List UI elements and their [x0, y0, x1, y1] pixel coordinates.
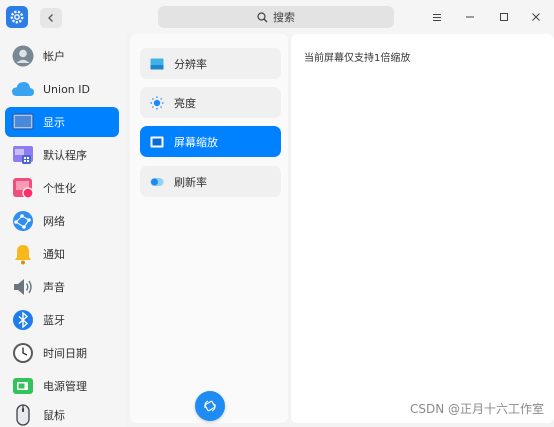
back-button[interactable]	[40, 8, 62, 28]
search-input[interactable]: 搜索	[158, 6, 394, 28]
cloud-icon	[11, 77, 35, 101]
sidebar-item-power[interactable]: 电源管理	[5, 371, 119, 401]
content-panel: 当前屏幕仅支持1倍缩放 CSDN @正月十六工作室	[291, 34, 554, 423]
sidebar-item-datetime[interactable]: 时间日期	[5, 338, 119, 368]
default-apps-icon	[11, 143, 35, 167]
sidebar-item-sound[interactable]: 声音	[5, 272, 119, 302]
sidebar: 帐户 Union ID 显示 默认程序 个性化 网络 通知 声音 蓝牙 时间日期…	[0, 34, 126, 427]
network-icon	[11, 209, 35, 233]
menu-item-resolution[interactable]: 分辨率	[140, 48, 281, 79]
brightness-icon	[150, 96, 164, 110]
minimize-icon	[466, 16, 474, 18]
minimize-button[interactable]	[463, 10, 477, 24]
battery-icon	[11, 374, 35, 398]
sidebar-item-account[interactable]: 帐户	[5, 41, 119, 71]
chevron-left-icon	[48, 14, 53, 22]
bluetooth-icon	[11, 308, 35, 332]
menu-button[interactable]	[430, 10, 444, 24]
scale-icon	[150, 135, 164, 149]
menu-item-screen-scale[interactable]: 屏幕缩放	[140, 126, 281, 157]
sidebar-item-notification[interactable]: 通知	[5, 239, 119, 269]
sidebar-item-network[interactable]: 网络	[5, 206, 119, 236]
sidebar-item-mouse[interactable]: 鼠标	[5, 400, 119, 427]
clock-icon	[11, 341, 35, 365]
watermark: CSDN @正月十六工作室	[409, 402, 544, 416]
scale-info-text: 当前屏幕仅支持1倍缩放	[304, 53, 411, 64]
sidebar-item-default-apps[interactable]: 默认程序	[5, 140, 119, 170]
maximize-button[interactable]	[497, 10, 511, 24]
menu-item-brightness[interactable]: 亮度	[140, 87, 281, 118]
search-placeholder: 搜索	[273, 11, 295, 24]
title-bar: 搜索	[0, 0, 554, 34]
hamburger-icon	[433, 13, 441, 21]
bell-icon	[11, 242, 35, 266]
close-button[interactable]	[529, 10, 543, 24]
sidebar-item-personalization[interactable]: 个性化	[5, 173, 119, 203]
sidebar-item-bluetooth[interactable]: 蓝牙	[5, 305, 119, 335]
close-icon	[532, 13, 540, 21]
display-icon	[11, 110, 35, 134]
mouse-icon	[11, 403, 35, 427]
settings-gear-icon	[6, 6, 28, 28]
personalization-icon	[11, 176, 35, 200]
account-icon	[11, 44, 35, 68]
speaker-icon	[11, 275, 35, 299]
display-menu-panel: 分辨率 亮度 屏幕缩放 刷新率	[130, 34, 288, 423]
rotate-icon	[204, 400, 216, 412]
refresh-rate-icon	[150, 175, 164, 189]
maximize-icon	[500, 13, 508, 21]
sidebar-item-display[interactable]: 显示	[5, 107, 119, 137]
sidebar-item-union-id[interactable]: Union ID	[5, 74, 119, 104]
search-icon	[257, 11, 268, 22]
menu-item-refresh-rate[interactable]: 刷新率	[140, 166, 281, 197]
rotate-screen-button[interactable]	[195, 391, 225, 421]
resolution-icon	[150, 57, 164, 71]
